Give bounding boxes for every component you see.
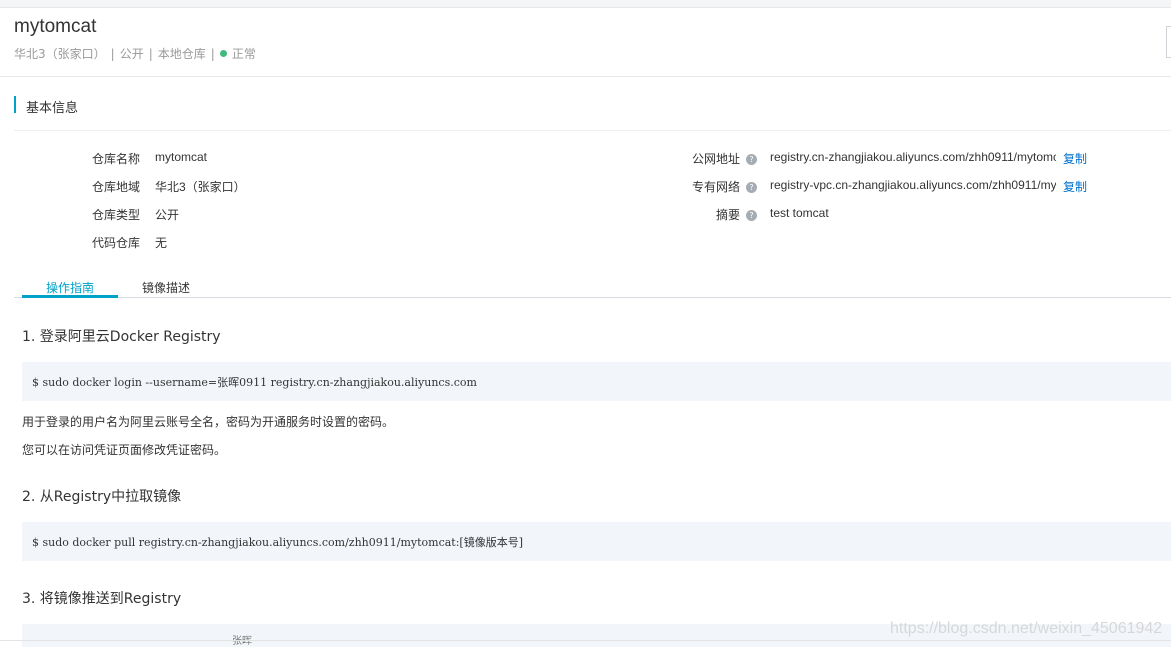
separator: | [210,47,215,61]
label-vpc-endpoint-text: 专有网络 [691,180,740,194]
value-repo-type: 公开 [155,208,180,222]
copy-public-endpoint-link[interactable]: 复制 [1063,150,1087,167]
tabs-divider [14,297,1171,298]
value-repo-region: 华北3（张家口） [155,180,246,194]
label-summary: 摘要? [716,206,757,223]
step2-code: $ sudo docker pull registry.cn-zhangjiak… [32,536,523,549]
step2-code-block[interactable]: $ sudo docker pull registry.cn-zhangjiak… [22,522,1171,561]
tab-operation-guide[interactable]: 操作指南 [22,279,118,296]
bottom-divider [0,640,1171,641]
value-repo-name: mytomcat [155,150,208,164]
label-public-endpoint: 公网地址? [692,150,757,167]
step1-note-1: 用于登录的用户名为阿里云账号全名，密码为开通服务时设置的密码。 [22,415,395,429]
region-text: 华北3（张家口） [14,47,106,61]
header-action-button[interactable] [1166,26,1171,58]
separator: | [148,47,153,61]
label-repo-type: 仓库类型 [91,208,140,222]
label-repo-name: 仓库名称 [91,152,140,166]
label-code-repo: 代码仓库 [91,236,140,250]
separator: | [110,47,115,61]
section-title-basic-info: 基本信息 [26,101,79,116]
question-icon[interactable]: ? [746,182,757,193]
visibility-text: 公开 [119,47,144,61]
repo-meta: 华北3（张家口） | 公开 | 本地仓库 | 正常 [14,45,256,62]
status-dot-icon [219,50,227,57]
status-text: 正常 [231,47,256,61]
step2-title: 2. 从Registry中拉取镜像 [22,489,182,505]
label-vpc-endpoint: 专有网络? [692,178,757,195]
value-vpc-endpoint: registry-vpc.cn-zhangjiakou.aliyuncs.com… [770,178,1056,192]
repo-source-text: 本地仓库 [157,47,206,61]
page-title: mytomcat [14,16,97,37]
label-public-endpoint-text: 公网地址 [691,152,740,166]
top-strip [0,0,1171,8]
tab-image-description[interactable]: 镜像描述 [122,279,210,296]
value-summary: test tomcat [770,206,829,220]
step1-code-block[interactable]: $ sudo docker login --username=张晖0911 re… [22,362,1171,401]
label-summary-text: 摘要 [715,208,740,222]
label-repo-region: 仓库地域 [91,180,140,194]
question-icon[interactable]: ? [746,210,757,221]
value-code-repo: 无 [155,236,168,250]
active-tab-indicator [22,295,118,298]
step1-code: $ sudo docker login --username=张晖0911 re… [32,376,477,389]
question-icon[interactable]: ? [746,154,757,165]
copy-vpc-endpoint-link[interactable]: 复制 [1063,178,1087,195]
watermark-text: https://blog.csdn.net/weixin_45061942 [890,620,1163,637]
value-public-endpoint: registry.cn-zhangjiakou.aliyuncs.com/zhh… [770,150,1056,164]
step1-note-2: 您可以在访问凭证页面修改凭证密码。 [22,443,227,457]
step3-title: 3. 将镜像推送到Registry [22,591,182,607]
section-divider [14,130,1171,131]
header-divider [0,76,1171,77]
section-accent-bar [14,96,16,113]
step1-title: 1. 登录阿里云Docker Registry [22,329,221,345]
